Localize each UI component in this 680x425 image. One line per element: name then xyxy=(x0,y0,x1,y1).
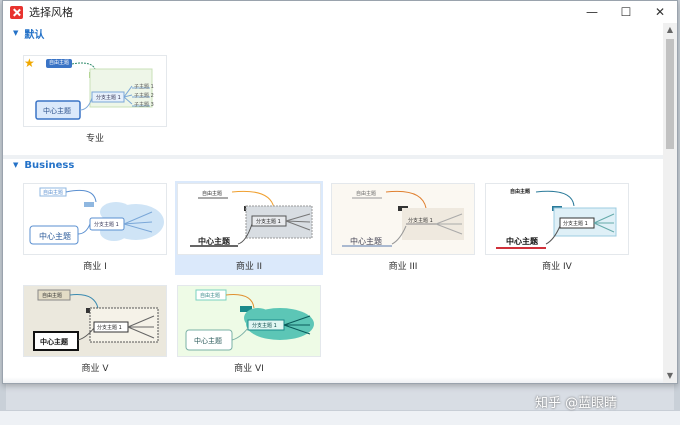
mini-branch-topic: 分支主题 1 xyxy=(563,221,588,227)
style-thumbnail: 自由主题 分支主题 1 中心主题 xyxy=(331,183,475,255)
mini-subtopic: 子主题 3 xyxy=(134,102,154,108)
mini-free-topic: 自由主题 xyxy=(510,189,531,195)
style-card-label: 专业 xyxy=(85,134,104,144)
minimize-button[interactable]: — xyxy=(575,1,609,23)
section-business[interactable]: ▼ Business xyxy=(3,155,74,175)
collapse-triangle-icon: ▼ xyxy=(13,29,19,37)
background-app-strip xyxy=(0,410,680,425)
mini-branch-topic: 分支主题 1 xyxy=(96,95,121,101)
style-thumbnail: 自由主题 分支主题 1 中心主题 xyxy=(177,285,321,357)
scroll-thumb[interactable] xyxy=(666,39,674,149)
maximize-button[interactable]: ☐ xyxy=(609,1,643,23)
style-card-label: 商业 I xyxy=(83,262,107,272)
style-card-business-6[interactable]: 自由主题 分支主题 1 中心主题 商业 VI xyxy=(175,285,323,374)
style-card-label: 商业 II xyxy=(235,262,263,272)
mini-branch-topic: 分支主题 1 xyxy=(94,222,119,228)
mini-branch-topic: 分支主题 1 xyxy=(408,218,433,224)
mini-central-topic: 中心主题 xyxy=(40,338,68,346)
mini-free-topic: 自由主题 xyxy=(202,191,223,197)
mini-branch-topic: 分支主题 1 xyxy=(252,323,277,329)
section-title: Business xyxy=(24,159,75,171)
style-card-business-2[interactable]: 自由主题 分支主题 1 中心主题 商业 II xyxy=(175,181,323,275)
close-button[interactable]: ✕ xyxy=(643,1,677,23)
mini-free-topic: 自由主题 xyxy=(42,293,63,299)
style-thumbnail: 自由主题 分支主题 1 中心主题 xyxy=(177,183,321,255)
section-divider xyxy=(3,155,663,159)
mini-free-topic: 自由主题 xyxy=(356,191,377,197)
watermark: 知乎 @蓝眼睛 xyxy=(535,396,618,411)
titlebar: 选择风格 — ☐ ✕ xyxy=(3,1,677,23)
window-title: 选择风格 xyxy=(29,6,73,19)
style-card-business-4[interactable]: 自由主题 分支主题 1 中心主题 商业 IV xyxy=(483,183,631,272)
mini-central-topic: 中心主题 xyxy=(350,237,382,246)
app-icon xyxy=(10,5,23,19)
style-card-professional[interactable]: ★ 自由主题 分支主题 1 子主题 1 子主题 2 子主题 3 中心主题 专业 xyxy=(21,55,169,144)
section-title: 默认 xyxy=(24,29,45,41)
mini-central-topic: 中心主题 xyxy=(194,337,222,345)
scroll-up-icon[interactable]: ▲ xyxy=(663,23,677,37)
style-dialog: 选择风格 — ☐ ✕ ▼ 默认 ★ 自由主题 分支主题 1 子主题 1 子主题 … xyxy=(2,0,678,384)
style-card-label: 商业 VI xyxy=(234,364,264,374)
style-thumbnail: 自由主题 分支主题 1 中心主题 xyxy=(23,285,167,357)
mini-central-topic: 中心主题 xyxy=(43,107,71,115)
collapse-triangle-icon: ▼ xyxy=(13,161,19,169)
style-card-label: 商业 IV xyxy=(542,262,572,272)
style-thumbnail: ★ 自由主题 分支主题 1 子主题 1 子主题 2 子主题 3 中心主题 xyxy=(23,55,167,127)
mini-central-topic: 中心主题 xyxy=(198,237,230,246)
style-thumbnail: 自由主题 分支主题 1 中心主题 xyxy=(485,183,629,255)
mini-free-topic: 自由主题 xyxy=(43,190,64,196)
list-bottom-edge xyxy=(3,377,663,383)
style-card-label: 商业 III xyxy=(388,262,418,272)
style-thumbnail: 自由主题 分支主题 1 中心主题 xyxy=(23,183,167,255)
style-card-business-5[interactable]: 自由主题 分支主题 1 中心主题 商业 V xyxy=(21,285,169,374)
style-card-business-1[interactable]: 自由主题 分支主题 1 中心主题 商业 I xyxy=(21,183,169,272)
mini-central-topic: 中心主题 xyxy=(506,237,538,246)
style-card-business-3[interactable]: 自由主题 分支主题 1 中心主题 商业 III xyxy=(329,183,477,272)
mini-branch-topic: 分支主题 1 xyxy=(97,325,122,331)
mini-subtopic: 子主题 1 xyxy=(134,84,154,90)
mini-free-topic: 自由主题 xyxy=(49,60,70,66)
mini-central-topic: 中心主题 xyxy=(39,232,71,241)
mini-branch-topic: 分支主题 1 xyxy=(256,219,281,225)
section-default[interactable]: ▼ 默认 xyxy=(3,23,663,43)
style-list: ▼ 默认 ★ 自由主题 分支主题 1 子主题 1 子主题 2 子主题 3 中心主… xyxy=(3,23,663,383)
mini-subtopic: 子主题 2 xyxy=(134,93,154,99)
scroll-down-icon[interactable]: ▼ xyxy=(663,369,677,383)
mini-free-topic: 自由主题 xyxy=(200,293,221,299)
vertical-scrollbar[interactable]: ▲ ▼ xyxy=(663,23,677,383)
style-card-label: 商业 V xyxy=(81,364,109,374)
